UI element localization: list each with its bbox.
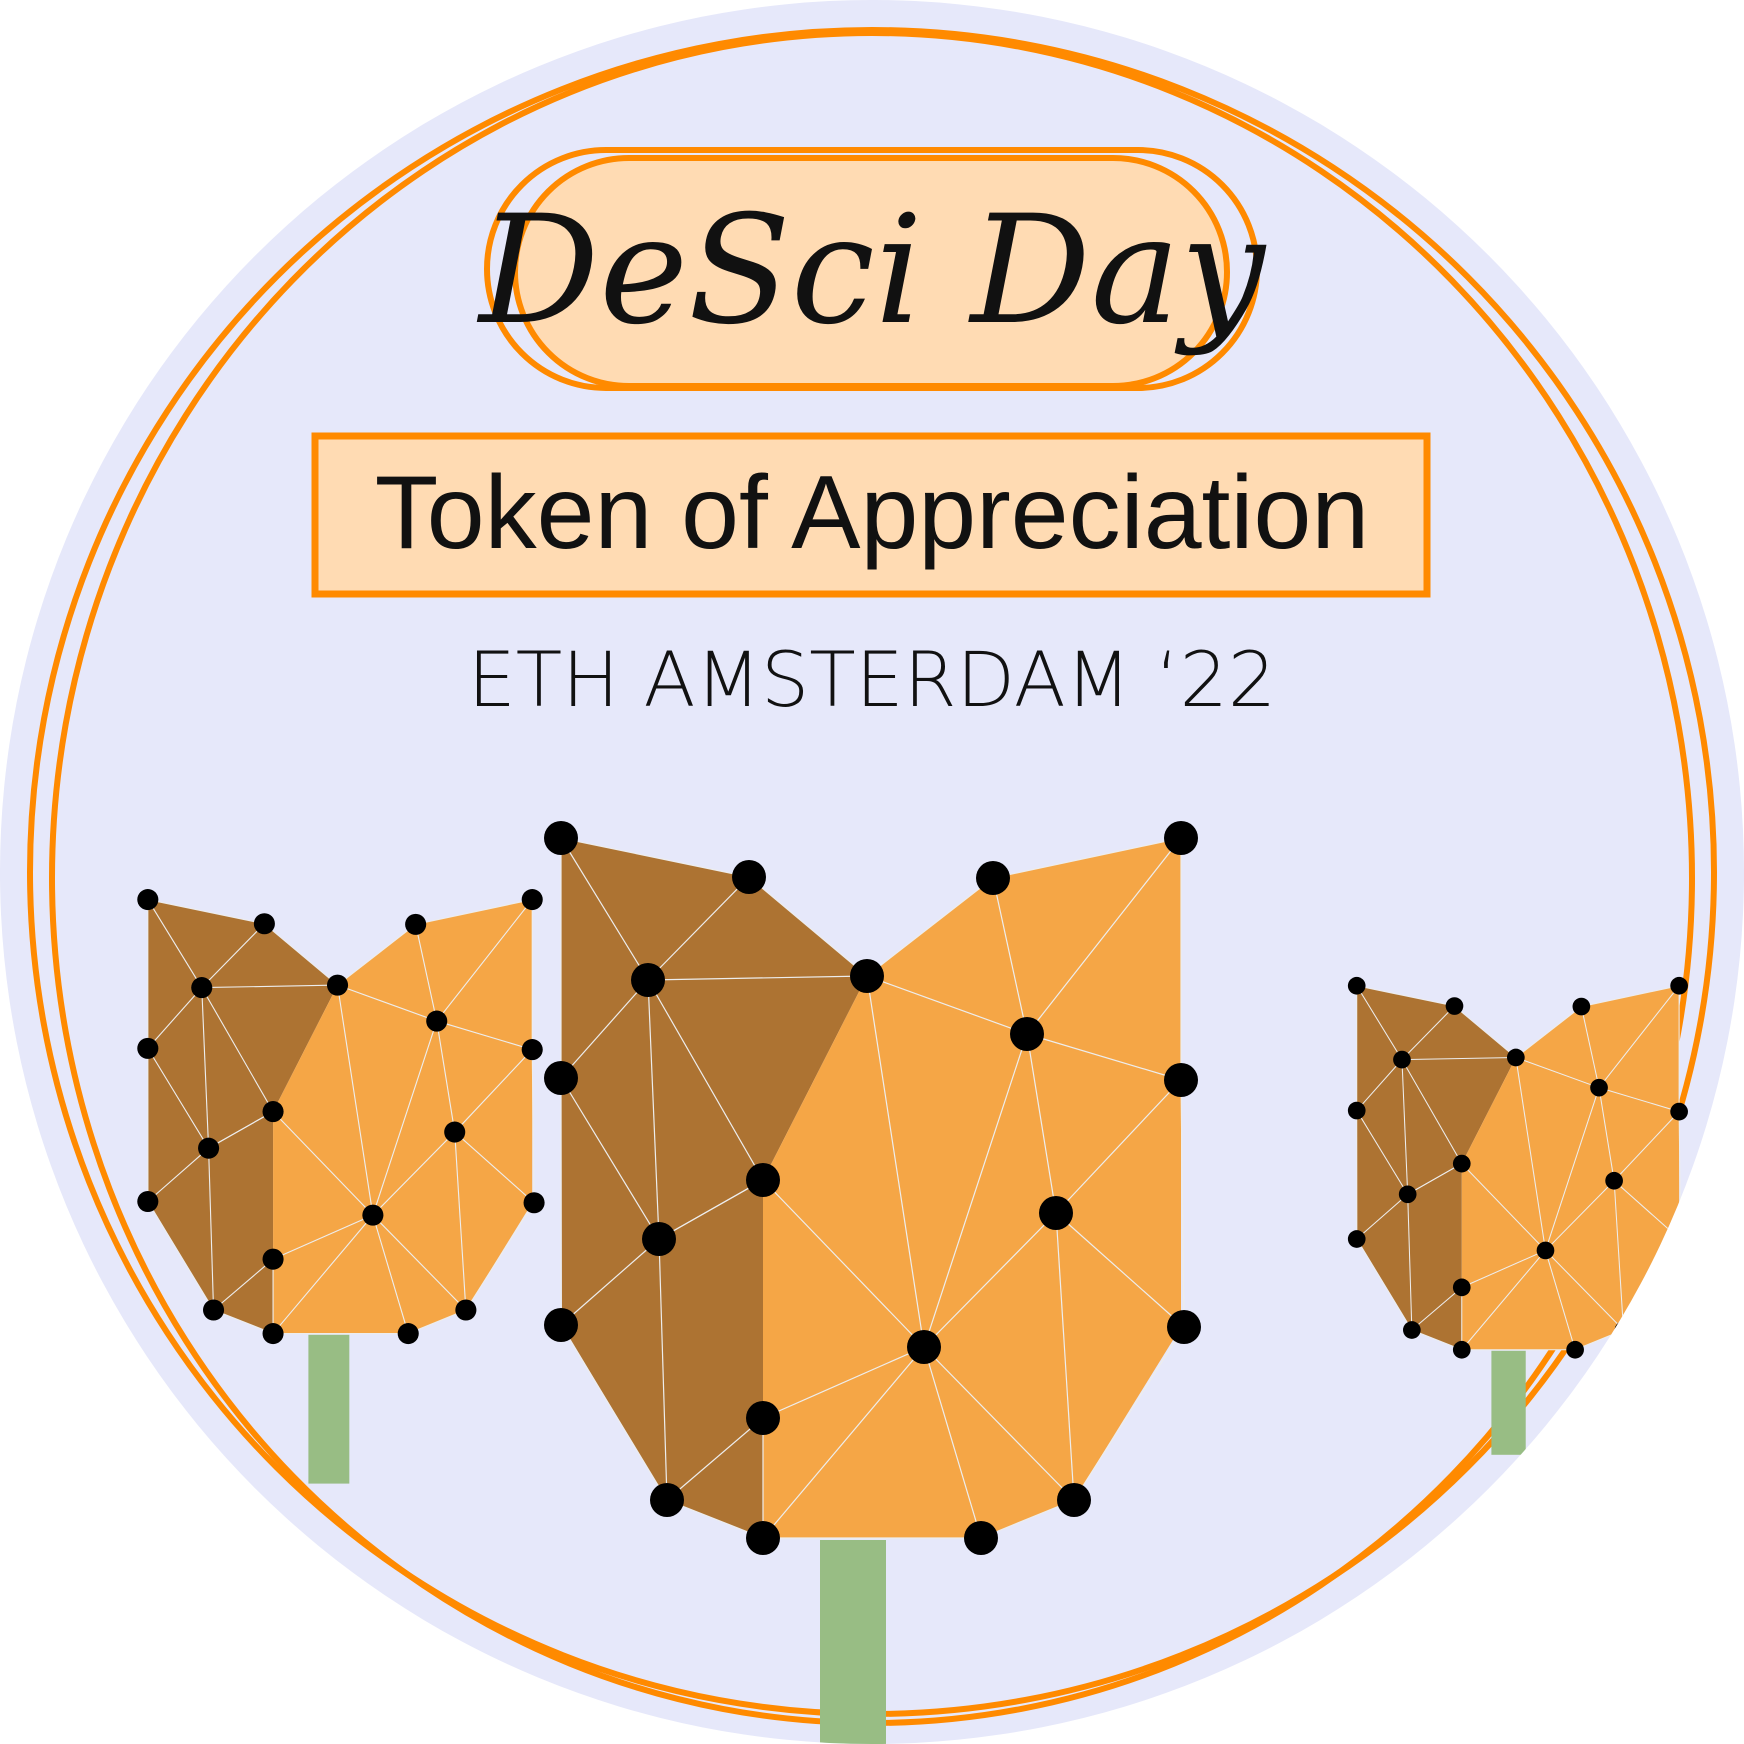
network-node	[1452, 1278, 1471, 1297]
tulip-center-stem	[820, 1540, 886, 1744]
network-node	[976, 861, 1010, 895]
network-node	[405, 913, 427, 935]
network-node	[1670, 1102, 1688, 1121]
network-node	[1347, 1101, 1366, 1120]
desci-day-badge: DeSci Day Token of Appreciation ETH AMST…	[0, 0, 1744, 1744]
network-node	[1167, 1310, 1201, 1344]
network-node	[1590, 1078, 1608, 1097]
network-node	[137, 889, 159, 911]
network-node	[1039, 1196, 1073, 1230]
badge-title: DeSci Day	[476, 184, 1267, 358]
network-node	[746, 1163, 780, 1197]
badge-label: Token of Appreciation	[375, 455, 1369, 571]
network-node	[203, 1299, 225, 1321]
network-node	[444, 1121, 466, 1143]
network-node	[544, 1308, 578, 1342]
network-node	[327, 974, 349, 996]
label-box: Token of Appreciation	[311, 432, 1431, 598]
network-node	[732, 860, 766, 894]
network-node	[642, 1222, 676, 1256]
network-node	[1572, 997, 1591, 1016]
network-node	[1614, 1321, 1633, 1339]
network-node	[362, 1204, 384, 1226]
network-node	[1452, 1154, 1471, 1173]
network-node	[544, 821, 578, 855]
network-node	[521, 889, 543, 911]
network-node	[1057, 1483, 1091, 1517]
network-node	[650, 1483, 684, 1517]
network-node	[1445, 997, 1464, 1015]
badge-subtitle: ETH AMSTERDAM ‘22	[468, 635, 1277, 724]
network-node	[544, 1061, 578, 1095]
network-node	[253, 913, 275, 935]
network-node	[191, 977, 213, 999]
network-node	[426, 1010, 448, 1032]
network-node	[746, 1401, 780, 1435]
network-node	[907, 1330, 941, 1364]
network-node	[1507, 1048, 1525, 1067]
network-node	[1670, 976, 1688, 995]
title-pill: DeSci Day	[476, 147, 1267, 391]
network-node	[521, 1039, 543, 1061]
network-node	[1671, 1231, 1690, 1249]
network-node	[1393, 1050, 1411, 1069]
network-node	[1010, 1017, 1044, 1051]
network-node	[1398, 1185, 1417, 1204]
network-node	[397, 1323, 419, 1345]
network-node	[1347, 976, 1366, 995]
network-node	[137, 1190, 159, 1213]
network-node	[1164, 1063, 1198, 1097]
network-node	[523, 1192, 545, 1214]
network-node	[1347, 1230, 1366, 1248]
network-node	[1164, 821, 1198, 855]
network-node	[198, 1137, 220, 1159]
network-node	[455, 1299, 477, 1321]
tulip-right-stem	[1491, 1350, 1526, 1455]
tulip-left-stem	[308, 1334, 350, 1484]
network-node	[964, 1521, 998, 1555]
network-node	[746, 1521, 780, 1555]
network-node	[631, 963, 665, 997]
network-node	[1452, 1340, 1471, 1359]
network-node	[137, 1037, 159, 1059]
network-node	[262, 1323, 284, 1345]
network-node	[262, 1101, 284, 1123]
network-node	[1566, 1340, 1584, 1359]
network-node	[1605, 1171, 1623, 1190]
network-node	[850, 959, 884, 993]
network-node	[1536, 1241, 1555, 1260]
network-node	[262, 1248, 284, 1270]
network-node	[1403, 1321, 1421, 1339]
